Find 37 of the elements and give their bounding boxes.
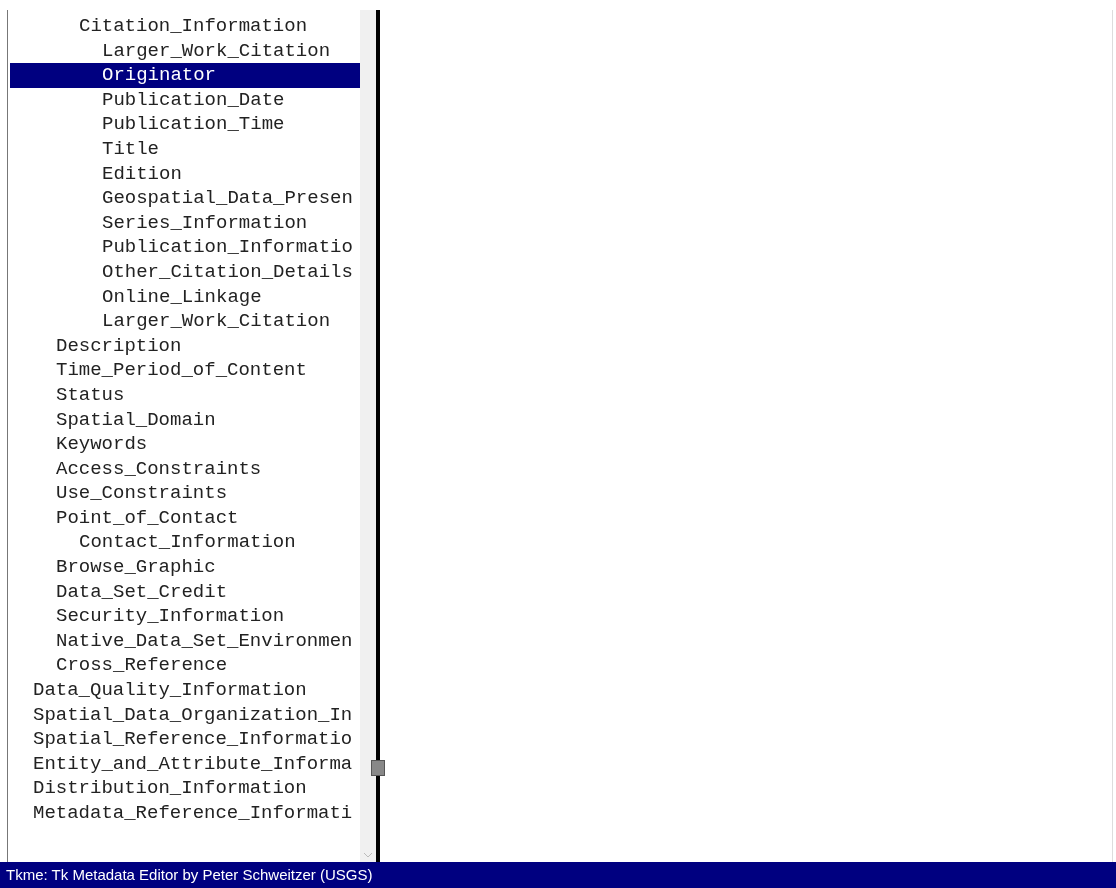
tree-item[interactable]: Access_Constraints — [10, 456, 360, 482]
tree-item[interactable]: Description — [10, 333, 360, 359]
tree-item[interactable]: Spatial_Data_Organization_In — [10, 702, 360, 728]
tree-item[interactable]: Larger_Work_Citation — [10, 38, 360, 64]
tree-item[interactable]: Security_Information — [10, 604, 360, 629]
tree-item[interactable]: Browse_Graphic — [10, 555, 360, 580]
tree-item[interactable]: Originator — [10, 63, 360, 88]
status-bar: Tkme: Tk Metadata Editor by Peter Schweitzer (USGS) — [0, 862, 1116, 888]
tree-item[interactable]: Publication_Date — [10, 87, 360, 113]
tree-item[interactable]: Point_of_Contact — [10, 505, 360, 531]
sash-handle[interactable] — [371, 760, 385, 776]
tree-item[interactable]: Online_Linkage — [10, 284, 360, 310]
tree-item[interactable]: Metadata_Reference_Informati — [10, 801, 360, 826]
tree-item[interactable]: Citation_Information — [10, 14, 360, 39]
tree-item[interactable]: Geospatial_Data_Presen — [10, 186, 360, 211]
tree-item[interactable]: Edition — [10, 161, 360, 187]
tree-item[interactable]: Contact_Information — [10, 530, 360, 556]
tree-item[interactable]: Other_Citation_Details — [10, 259, 360, 285]
tree-item[interactable]: Native_Data_Set_Environmen — [10, 628, 360, 654]
tree-item[interactable]: Cross_Reference — [10, 653, 360, 679]
tree-item[interactable]: Time_Period_of_Content — [10, 358, 360, 383]
tree-item[interactable]: Status — [10, 382, 360, 408]
tree-item[interactable]: Spatial_Reference_Informatio — [10, 727, 360, 752]
tree-item[interactable]: Publication_Time — [10, 112, 360, 137]
tree-item[interactable]: Larger_Work_Citation — [10, 309, 360, 334]
tree-item[interactable]: Series_Information — [10, 210, 360, 236]
tree-item[interactable]: Distribution_Information — [10, 776, 360, 801]
tree-item[interactable]: Data_Quality_Information — [10, 678, 360, 703]
tree-item[interactable]: Spatial_Domain — [10, 407, 360, 433]
tree-item[interactable]: Entity_and_Attribute_Informa — [10, 751, 360, 777]
tree-item[interactable]: Keywords — [10, 432, 360, 457]
tree-item[interactable]: Publication_Informatio — [10, 235, 360, 260]
chevron-down-icon[interactable] — [363, 852, 373, 858]
tree-item[interactable]: Data_Set_Credit — [10, 579, 360, 605]
tree-item[interactable]: Use_Constraints — [10, 481, 360, 506]
tree-item[interactable]: Title — [10, 136, 360, 162]
scrollbar[interactable] — [360, 10, 376, 862]
